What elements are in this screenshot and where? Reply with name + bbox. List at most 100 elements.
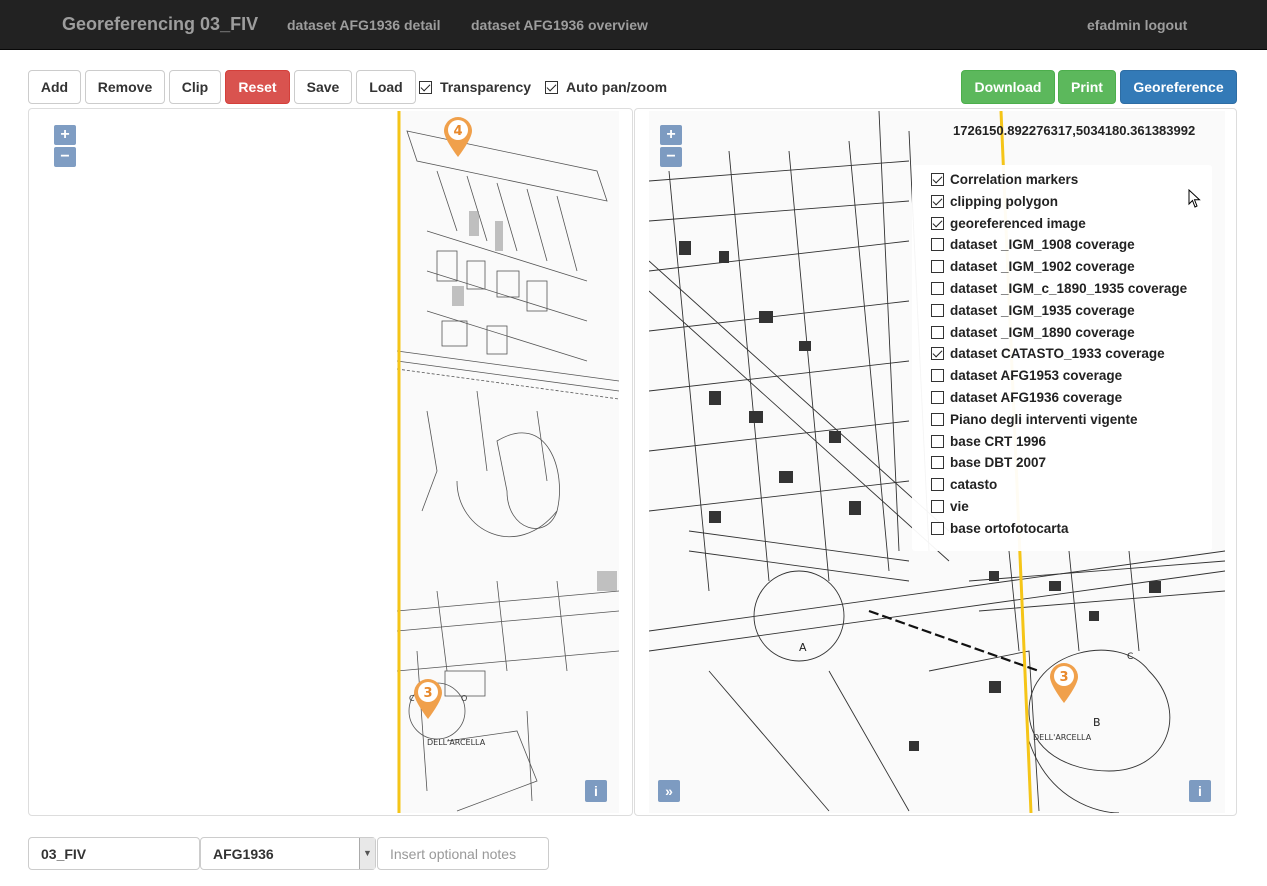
layer-item[interactable]: Correlation markers — [931, 170, 1078, 188]
add-button[interactable]: Add — [28, 70, 81, 104]
info-button[interactable]: i — [585, 780, 607, 802]
layer-checkbox[interactable] — [931, 346, 944, 360]
map-label-arcella-right: DELL'ARCELLA — [1033, 733, 1092, 742]
marker-4-label: 4 — [453, 124, 462, 139]
zoom-in-button-right[interactable]: + — [660, 125, 682, 145]
download-button[interactable]: Download — [961, 70, 1055, 104]
layer-label: dataset _IGM_1902 coverage — [950, 258, 1135, 274]
layer-checkbox[interactable] — [931, 412, 944, 426]
app-title[interactable]: Georeferencing 03_FIV — [62, 14, 258, 35]
transparency-toggle[interactable]: Transparency — [419, 78, 531, 96]
layer-item[interactable]: catasto — [931, 475, 997, 493]
autopan-label: Auto pan/zoom — [566, 79, 668, 95]
layer-item[interactable]: dataset _IGM_c_1890_1935 coverage — [931, 279, 1187, 297]
layer-label: vie — [950, 498, 969, 514]
layer-label: clipping polygon — [950, 193, 1058, 209]
layer-checkbox[interactable] — [931, 521, 944, 535]
dataset-select[interactable]: AFG1936 ▼ — [200, 837, 376, 870]
transparency-checkbox[interactable] — [419, 80, 432, 94]
zoom-out-button[interactable]: − — [54, 147, 76, 167]
layer-checkbox[interactable] — [931, 477, 944, 491]
layer-label: base DBT 2007 — [950, 454, 1047, 470]
layer-item[interactable]: vie — [931, 497, 969, 515]
source-map-panel[interactable]: DELL'ARCELLA C O 4 3 + − i — [28, 108, 633, 816]
layer-label: dataset _IGM_1908 coverage — [950, 236, 1135, 252]
layer-checkbox[interactable] — [931, 368, 944, 382]
expand-button[interactable]: » — [658, 780, 680, 802]
print-button[interactable]: Print — [1058, 70, 1116, 104]
layer-item[interactable]: dataset AFG1953 coverage — [931, 366, 1122, 384]
reset-button[interactable]: Reset — [225, 70, 290, 104]
layer-checkbox[interactable] — [931, 434, 944, 448]
layer-label: dataset _IGM_1890 coverage — [950, 324, 1135, 340]
target-map-panel[interactable]: A B C DELL'ARCELLA 3 1726150.892276317,5… — [634, 108, 1237, 816]
layer-label: dataset _IGM_c_1890_1935 coverage — [950, 280, 1188, 296]
layer-item[interactable]: Piano degli interventi vigente — [931, 410, 1138, 428]
save-button[interactable]: Save — [294, 70, 352, 104]
layer-label: base ortofotocarta — [950, 520, 1069, 536]
layer-label: dataset _IGM_1935 coverage — [950, 302, 1135, 318]
zoom-in-button[interactable]: + — [54, 125, 76, 145]
navbar: Georeferencing 03_FIV dataset AFG1936 de… — [0, 0, 1267, 50]
layer-checkbox[interactable] — [931, 390, 944, 404]
marker-4-icon[interactable]: 4 — [441, 115, 475, 159]
layer-switcher: Correlation markers clipping polygon geo… — [912, 165, 1212, 551]
notes-placeholder: Insert optional notes — [390, 845, 517, 862]
load-button[interactable]: Load — [356, 70, 416, 104]
layer-label: Piano degli interventi vigente — [950, 411, 1138, 427]
map-label-arcella: DELL'ARCELLA — [427, 738, 486, 747]
layer-checkbox[interactable] — [931, 455, 944, 469]
layer-label: georeferenced image — [950, 215, 1086, 231]
layer-item[interactable]: dataset _IGM_1935 coverage — [931, 301, 1135, 319]
layer-checkbox[interactable] — [931, 259, 944, 273]
autopan-toggle[interactable]: Auto pan/zoom — [545, 78, 667, 96]
layer-label: dataset AFG1953 coverage — [950, 367, 1123, 383]
layer-item[interactable]: dataset _IGM_1908 coverage — [931, 235, 1135, 253]
layer-checkbox[interactable] — [931, 303, 944, 317]
marker-3-icon[interactable]: 3 — [411, 677, 445, 721]
map-label-b: B — [1093, 716, 1101, 729]
clip-button[interactable]: Clip — [169, 70, 221, 104]
layer-item[interactable]: dataset _IGM_1890 coverage — [931, 323, 1135, 341]
info-button-right[interactable]: i — [1189, 780, 1211, 802]
georeference-button[interactable]: Georeference — [1120, 70, 1237, 104]
marker-3-label: 3 — [423, 686, 432, 701]
map-label-o: O — [461, 694, 467, 703]
layer-item[interactable]: dataset AFG1936 coverage — [931, 388, 1122, 406]
remove-button[interactable]: Remove — [85, 70, 165, 104]
layer-item[interactable]: dataset _IGM_1902 coverage — [931, 257, 1135, 275]
layer-label: catasto — [950, 476, 998, 492]
layer-item[interactable]: base CRT 1996 — [931, 432, 1046, 450]
layer-label: dataset CATASTO_1933 coverage — [950, 345, 1165, 361]
map-label-c-right: C — [1127, 652, 1133, 662]
layer-item[interactable]: base ortofotocarta — [931, 519, 1069, 537]
marker-3-target-label: 3 — [1059, 670, 1068, 685]
autopan-checkbox[interactable] — [545, 80, 558, 94]
layer-checkbox[interactable] — [931, 216, 944, 230]
layer-checkbox[interactable] — [931, 194, 944, 208]
layer-checkbox[interactable] — [931, 499, 944, 513]
mouse-coordinates: 1726150.892276317,5034180.361383992 — [953, 123, 1196, 138]
notes-input[interactable]: Insert optional notes — [377, 837, 549, 870]
nav-link-dataset-detail[interactable]: dataset AFG1936 detail — [287, 17, 441, 33]
layer-checkbox[interactable] — [931, 237, 944, 251]
dataset-select-value: AFG1936 — [213, 845, 274, 862]
layer-checkbox[interactable] — [931, 281, 944, 295]
layer-label: dataset AFG1936 coverage — [950, 389, 1123, 405]
layer-label: Correlation markers — [950, 171, 1079, 187]
layer-item[interactable]: base DBT 2007 — [931, 453, 1046, 471]
layer-checkbox[interactable] — [931, 172, 944, 186]
zoom-out-button-right[interactable]: − — [660, 147, 682, 167]
map-label-a: A — [799, 641, 807, 654]
mouse-cursor-icon — [1188, 189, 1201, 208]
layer-item[interactable]: clipping polygon — [931, 192, 1058, 210]
layer-checkbox[interactable] — [931, 325, 944, 339]
chevron-down-icon[interactable]: ▼ — [359, 838, 375, 869]
layer-item[interactable]: georeferenced image — [931, 214, 1086, 232]
map-name-input[interactable]: 03_FIV — [28, 837, 200, 870]
nav-link-dataset-overview[interactable]: dataset AFG1936 overview — [471, 17, 648, 33]
user-logout-link[interactable]: efadmin logout — [1087, 17, 1187, 33]
layer-item[interactable]: dataset CATASTO_1933 coverage — [931, 344, 1165, 362]
marker-3-target-icon[interactable]: 3 — [1047, 661, 1081, 705]
layer-label: base CRT 1996 — [950, 433, 1047, 449]
